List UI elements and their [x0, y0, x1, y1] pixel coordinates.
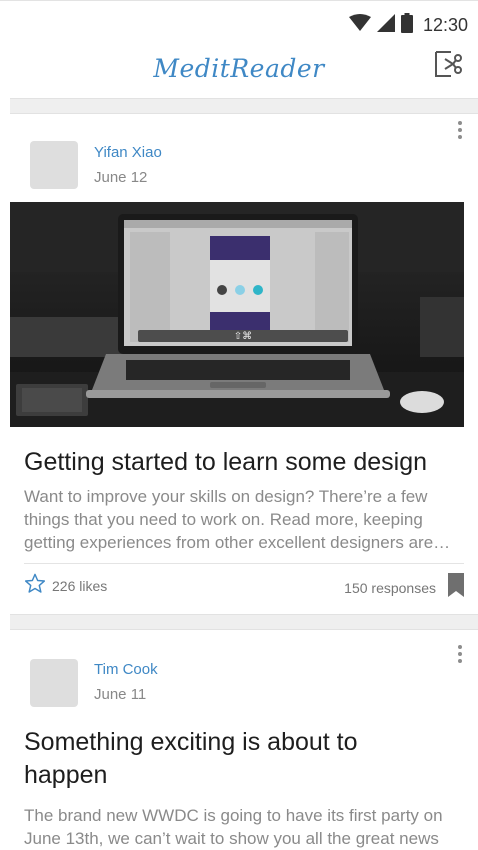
avatar[interactable] — [30, 659, 78, 707]
divider — [24, 563, 464, 564]
section-gap — [10, 614, 478, 630]
post-card[interactable]: Yifan Xiao June 12 ⇧⌘ Getting started to… — [10, 113, 478, 608]
status-icons: 12:30 — [348, 12, 468, 38]
post-title[interactable]: Something exciting is about to happen — [24, 726, 404, 792]
post-title[interactable]: Getting started to learn some design — [24, 446, 464, 479]
post-excerpt[interactable]: The brand new WWDC is going to have its … — [24, 804, 464, 850]
app-bar: MeditReader — [0, 40, 478, 96]
post-date: June 11 — [94, 686, 147, 703]
likes-count: 226 likes — [52, 578, 108, 594]
more-vertical-icon — [458, 645, 462, 649]
wifi-icon — [348, 13, 371, 37]
post-card[interactable]: Tim Cook June 11 Something exciting is a… — [10, 629, 478, 848]
author-name[interactable]: Yifan Xiao — [94, 144, 162, 161]
bookmark-icon[interactable] — [448, 573, 464, 602]
responses-count: 150 responses — [344, 579, 436, 596]
more-options-button[interactable] — [452, 119, 468, 141]
app-title: MeditReader — [153, 54, 325, 83]
share-button[interactable] — [432, 48, 464, 80]
author-name[interactable]: Tim Cook — [94, 661, 158, 678]
post-excerpt[interactable]: Want to improve your skills on design? T… — [24, 485, 464, 554]
star-outline-icon — [24, 573, 46, 599]
post-image[interactable]: ⇧⌘ — [10, 202, 464, 427]
cell-signal-icon — [376, 13, 395, 37]
section-gap — [10, 98, 478, 114]
svg-text:⇧⌘: ⇧⌘ — [234, 331, 252, 342]
status-time: 12:30 — [422, 14, 468, 35]
status-bar: 12:30 — [0, 0, 478, 37]
share-icon — [432, 51, 464, 84]
post-footer: 226 likes 150 responses — [24, 569, 464, 599]
more-options-button[interactable] — [452, 643, 468, 665]
responses[interactable]: 150 responses — [344, 573, 464, 602]
post-date: June 12 — [94, 169, 148, 186]
battery-icon — [400, 12, 413, 38]
like-button[interactable]: 226 likes — [24, 573, 107, 599]
avatar[interactable] — [30, 141, 78, 189]
more-vertical-icon — [458, 121, 462, 125]
